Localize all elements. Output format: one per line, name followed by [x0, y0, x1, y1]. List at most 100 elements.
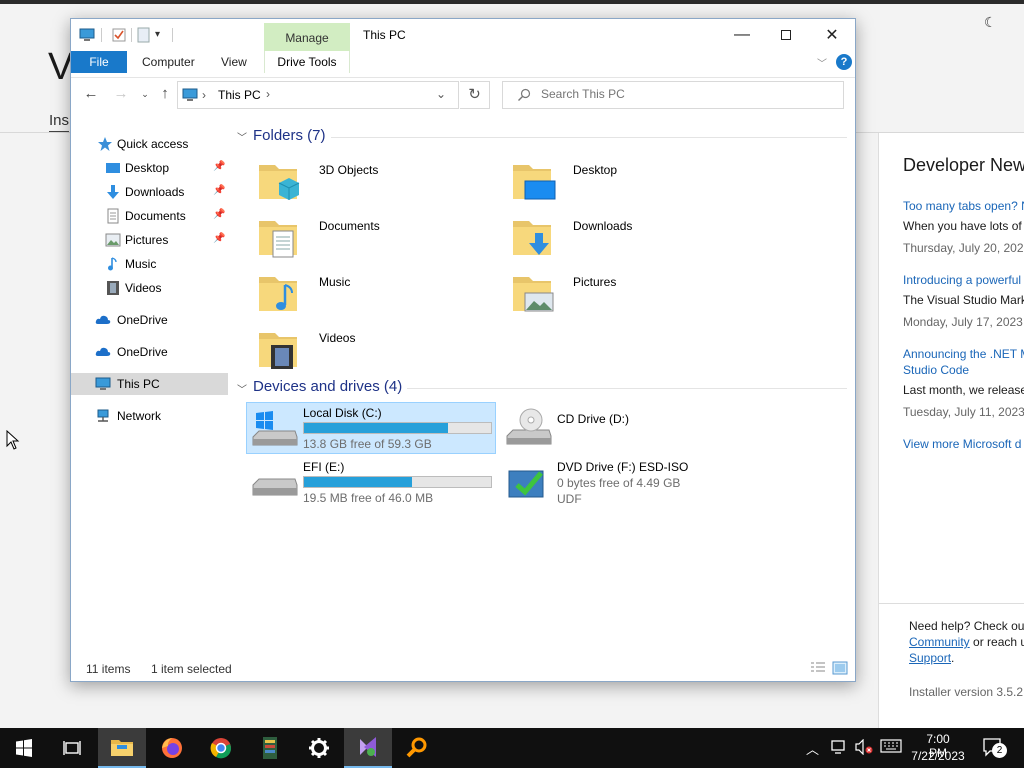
news-date: Tuesday, July 11, 2023 [903, 405, 1024, 419]
taskbar-archive-app[interactable] [246, 728, 294, 768]
navigation-pane: Quick access Desktop 📌 Downloads 📌 Docum… [71, 131, 229, 631]
drive-tile-f[interactable]: DVD Drive (F:) ESD-ISO 0 bytes free of 4… [501, 457, 751, 509]
keyboard-icon [880, 739, 902, 753]
pin-icon[interactable]: 📌 [213, 161, 225, 172]
search-box[interactable] [502, 81, 844, 109]
nav-item-music[interactable]: Music [71, 253, 228, 275]
help-icon[interactable]: ? [836, 54, 852, 70]
drive-tile-e[interactable]: EFI (E:) 19.5 MB free of 46.0 MB [247, 457, 497, 509]
taskbar-search-app[interactable] [393, 728, 441, 768]
close-button[interactable]: ✕ [809, 19, 855, 51]
task-view-button[interactable] [48, 728, 96, 768]
help-text: Need help? Check out [909, 619, 1024, 633]
task-view-icon [63, 741, 81, 755]
drive-name: CD Drive (D:) [557, 412, 629, 426]
nav-item-onedrive[interactable]: OneDrive [71, 309, 228, 331]
support-link[interactable]: Support [909, 651, 951, 665]
view-more-link[interactable]: View more Microsoft d [903, 437, 1021, 451]
nav-item-pictures[interactable]: Pictures 📌 [71, 229, 228, 251]
file-tab[interactable]: File [71, 51, 127, 73]
collapse-chevron-icon[interactable]: ﹀ [237, 381, 247, 396]
pin-icon[interactable]: 📌 [213, 209, 225, 220]
community-link[interactable]: Community [909, 635, 970, 649]
maximize-button[interactable] [763, 19, 809, 51]
recent-locations-chevron-icon[interactable]: ⌄ [135, 84, 155, 104]
start-button[interactable] [0, 728, 48, 768]
folder-tile-pictures[interactable]: Pictures [501, 267, 751, 319]
drive-icon [252, 478, 298, 496]
drive-free-space: 0 bytes free of 4.49 GB [557, 476, 681, 490]
nav-item-desktop[interactable]: Desktop 📌 [71, 157, 228, 179]
folder-name: Music [319, 275, 351, 289]
news-link[interactable]: Announcing the .NET M [903, 347, 1024, 361]
clock-date[interactable]: 7/22/2023 [910, 749, 966, 763]
properties-icon[interactable] [111, 27, 127, 43]
breadcrumb-separator[interactable]: › [202, 88, 206, 102]
nav-item-this-pc[interactable]: This PC [71, 373, 228, 395]
large-icons-view-icon[interactable] [832, 661, 848, 675]
nav-item-onedrive[interactable]: OneDrive [71, 341, 228, 363]
theme-moon-icon[interactable]: ☾ [984, 14, 997, 31]
forward-arrow-icon[interactable]: → [111, 84, 131, 104]
address-history-chevron-icon[interactable]: ⌄ [436, 87, 446, 101]
computer-icon [95, 377, 111, 390]
customize-qat-dropdown-icon[interactable]: ▾ [155, 27, 171, 43]
folder-tile-3d-objects[interactable]: 3D Objects [247, 155, 497, 207]
installer-tab[interactable]: Ins [49, 112, 70, 133]
details-view-icon[interactable] [810, 661, 826, 675]
breadcrumb-separator[interactable]: › [266, 87, 270, 101]
volume-tray-icon[interactable] [854, 738, 874, 758]
network-tray-icon[interactable] [830, 739, 848, 758]
taskbar: ︿ 7:00 PM 7/22/2023 2 [0, 728, 1024, 768]
back-arrow-icon[interactable]: ← [81, 84, 101, 104]
news-link[interactable]: Introducing a powerful [903, 273, 1021, 287]
nav-item-network[interactable]: Network [71, 405, 228, 427]
manage-tab[interactable]: Manage [264, 23, 350, 51]
news-link-continued[interactable]: Studio Code [903, 363, 969, 377]
taskbar-settings[interactable] [295, 728, 343, 768]
breadcrumb-this-pc[interactable]: This PC [218, 88, 261, 102]
music-note-icon [108, 257, 117, 271]
news-link[interactable]: Too many tabs open? N [903, 199, 1024, 213]
folder-tile-desktop[interactable]: Desktop [501, 155, 751, 207]
taskbar-visual-studio-installer[interactable] [344, 728, 392, 768]
minimize-button[interactable]: — [719, 19, 765, 51]
file-explorer-window: ▾ Manage This PC — ✕ File Computer View … [70, 18, 856, 682]
refresh-button[interactable]: ↻ [460, 81, 490, 109]
computer-tab[interactable]: Computer [142, 51, 195, 73]
expand-ribbon-chevron-icon[interactable]: ﹀ [817, 55, 827, 70]
pin-icon[interactable]: 📌 [213, 185, 225, 196]
folders-group-header[interactable]: Folders (7) [253, 127, 326, 144]
window-title: This PC [363, 28, 406, 42]
computer-icon [79, 28, 95, 41]
search-input[interactable] [541, 87, 821, 101]
nav-item-quick-access[interactable]: Quick access [71, 133, 228, 155]
new-folder-icon[interactable] [136, 27, 152, 43]
drive-tools-tab[interactable]: Drive Tools [264, 51, 350, 73]
collapse-chevron-icon[interactable]: ﹀ [237, 129, 247, 144]
address-bar[interactable]: › This PC › ⌄ [177, 81, 459, 109]
taskbar-file-explorer[interactable] [98, 728, 146, 768]
folder-tile-videos[interactable]: Videos [247, 323, 497, 375]
view-tab[interactable]: View [221, 51, 247, 73]
folder-tile-music[interactable]: Music [247, 267, 497, 319]
status-bar: 11 items 1 item selected [71, 657, 855, 681]
folder-tile-downloads[interactable]: Downloads [501, 211, 751, 263]
keyboard-tray-icon[interactable] [880, 739, 902, 756]
title-bar[interactable]: ▾ Manage This PC — ✕ [71, 19, 855, 51]
pin-icon[interactable]: 📌 [213, 233, 225, 244]
taskbar-firefox[interactable] [148, 728, 196, 768]
drives-group-header[interactable]: Devices and drives (4) [253, 378, 402, 395]
drive-tile-c[interactable]: Local Disk (C:) 13.8 GB free of 59.3 GB [246, 402, 496, 454]
maximize-icon [781, 30, 791, 40]
search-icon [518, 88, 531, 101]
nav-item-videos[interactable]: Videos [71, 277, 228, 299]
folder-tile-documents[interactable]: Documents [247, 211, 497, 263]
up-arrow-icon[interactable]: ↑ [155, 84, 175, 104]
taskbar-chrome[interactable] [197, 728, 245, 768]
show-hidden-icons-chevron-icon[interactable]: ︿ [806, 739, 819, 758]
notification-center-button[interactable]: 2 [982, 737, 1007, 762]
drive-tile-d[interactable]: CD Drive (D:) [501, 402, 751, 454]
nav-item-downloads[interactable]: Downloads 📌 [71, 181, 228, 203]
nav-item-documents[interactable]: Documents 📌 [71, 205, 228, 227]
